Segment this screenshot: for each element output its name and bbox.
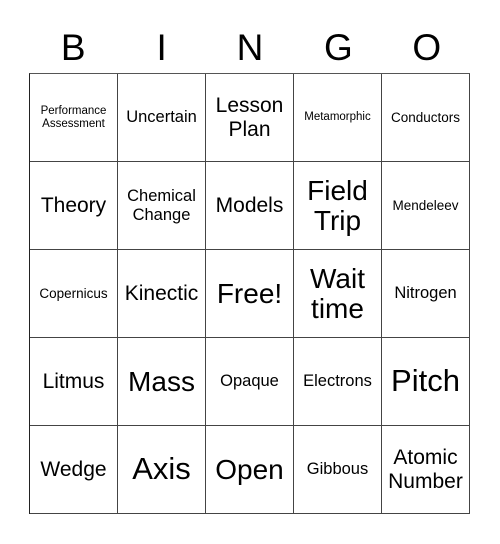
bingo-cell[interactable]: Copernicus: [30, 250, 118, 338]
bingo-cell[interactable]: Litmus: [30, 338, 118, 426]
bingo-cell[interactable]: Metamorphic: [294, 74, 382, 162]
bingo-cell[interactable]: Open: [206, 426, 294, 514]
bingo-cell[interactable]: Kinectic: [118, 250, 206, 338]
bingo-cell[interactable]: Electrons: [294, 338, 382, 426]
header-letter-g: G: [324, 27, 353, 68]
header-letter-b: B: [60, 27, 86, 68]
free-space-cell[interactable]: Free!: [206, 250, 294, 338]
bingo-cell[interactable]: Nitrogen: [382, 250, 470, 338]
header-letter-i: I: [156, 27, 167, 68]
bingo-cell[interactable]: Axis: [118, 426, 206, 514]
bingo-cell[interactable]: Atomic Number: [382, 426, 470, 514]
header-letter-o: O: [412, 27, 442, 68]
bingo-cell[interactable]: Uncertain: [118, 74, 206, 162]
bingo-cell[interactable]: Pitch: [382, 338, 470, 426]
bingo-cell[interactable]: Wait time: [294, 250, 382, 338]
header-letter-n: N: [236, 27, 264, 68]
bingo-cell[interactable]: Conductors: [382, 74, 470, 162]
bingo-cell[interactable]: Models: [206, 162, 294, 250]
bingo-cell[interactable]: Mendeleev: [382, 162, 470, 250]
bingo-cell[interactable]: Chemical Change: [118, 162, 206, 250]
bingo-cell[interactable]: Opaque: [206, 338, 294, 426]
bingo-cell[interactable]: Mass: [118, 338, 206, 426]
bingo-cell[interactable]: Gibbous: [294, 426, 382, 514]
bingo-cell[interactable]: Field Trip: [294, 162, 382, 250]
bingo-cell[interactable]: Lesson Plan: [206, 74, 294, 162]
bingo-board: Performance Assessment Uncertain Lesson …: [29, 73, 470, 514]
bingo-cell[interactable]: Wedge: [30, 426, 118, 514]
bingo-cell[interactable]: Theory: [30, 162, 118, 250]
bingo-cell[interactable]: Performance Assessment: [30, 74, 118, 162]
bingo-header: B I N G O: [29, 22, 471, 74]
